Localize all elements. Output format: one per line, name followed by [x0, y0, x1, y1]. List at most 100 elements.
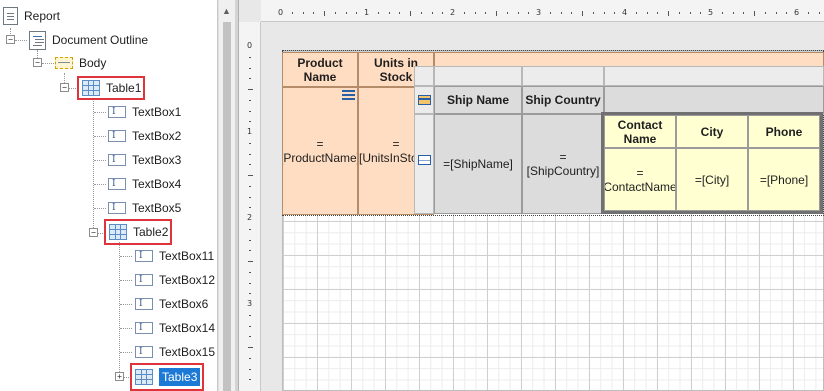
- table3-header-cell[interactable]: Contact Name: [604, 115, 676, 148]
- textbox-icon: I: [135, 250, 153, 262]
- report-explorer-tree[interactable]: Report − Document Outline − Body − Table…: [0, 0, 218, 391]
- tree-node-textbox[interactable]: I TextBox3: [108, 149, 181, 171]
- textbox-icon: I: [108, 106, 126, 118]
- ruler-tick: [247, 261, 253, 262]
- ruler-tick: [560, 12, 562, 14]
- ruler-tick: [388, 12, 390, 14]
- tree-node-table2[interactable]: Table2: [104, 219, 172, 245]
- tree-node-textbox[interactable]: I TextBox15: [135, 341, 215, 363]
- tree-connector: [42, 63, 54, 64]
- collapse-toggle-icon[interactable]: −: [33, 58, 42, 67]
- tree-connector: [94, 160, 106, 161]
- tree-connector: [120, 256, 132, 257]
- table-icon: [135, 369, 153, 385]
- table3-detail-cell[interactable]: =[Phone]: [748, 148, 820, 211]
- collapse-toggle-icon[interactable]: −: [60, 83, 69, 92]
- tree-node-textbox[interactable]: I TextBox4: [108, 173, 181, 195]
- ruler-tick: [700, 12, 702, 14]
- tree-label-report: Report: [24, 9, 61, 23]
- ruler-number: 6: [794, 8, 800, 17]
- textbox-icon: I: [108, 178, 126, 190]
- textbox-icon: I: [135, 274, 153, 286]
- table2-column-handle[interactable]: [522, 66, 604, 86]
- table2-column-handle[interactable]: [604, 66, 824, 86]
- ruler-number: 0: [247, 41, 253, 50]
- ruler-tick: [743, 12, 745, 14]
- tree-label-textbox: TextBox2: [132, 129, 182, 143]
- table2-corner-handle[interactable]: [414, 66, 434, 86]
- tree-connector: [15, 40, 27, 41]
- ruler-tick: [807, 12, 809, 14]
- table1-detail-cell[interactable]: =[ProductName]: [282, 87, 358, 215]
- table1-header-cell[interactable]: Product Name: [282, 52, 358, 87]
- ruler-tick: [377, 12, 379, 14]
- ruler-tick: [249, 368, 251, 370]
- ruler-tick: [247, 89, 253, 90]
- ruler-tick: [249, 228, 251, 230]
- ruler-tick: [249, 142, 251, 144]
- tree-connector: [93, 98, 94, 232]
- ruler-tick: [249, 99, 251, 101]
- expand-toggle-icon[interactable]: +: [115, 372, 124, 381]
- table3-detail-cell[interactable]: =[City]: [676, 148, 748, 211]
- table2-detail-cell[interactable]: =[ShipName]: [434, 114, 522, 214]
- horizontal-ruler: 0 1 2 3 4 5 6: [261, 0, 824, 22]
- report-designer-surface[interactable]: 0123456 0123 Product Name Units in Stock…: [239, 0, 824, 391]
- tree-node-textbox[interactable]: I TextBox6: [135, 293, 208, 315]
- vertical-ruler: 0 1 2 3: [239, 22, 261, 391]
- table2-header-cell[interactable]: [604, 86, 824, 114]
- collapse-toggle-icon[interactable]: −: [6, 35, 15, 44]
- ruler-tick: [517, 12, 519, 14]
- tree-label-document-outline: Document Outline: [52, 33, 149, 47]
- tree-node-textbox[interactable]: I TextBox12: [135, 269, 215, 291]
- tree-node-table1[interactable]: Table1: [77, 76, 145, 100]
- table2-row-handle[interactable]: [414, 86, 434, 114]
- table3-detail-cell[interactable]: =[ContactName]: [604, 148, 676, 211]
- table2-header-cell[interactable]: Ship Name: [434, 86, 522, 114]
- table-menu-icon[interactable]: [342, 90, 355, 101]
- ruler-tick: [442, 12, 444, 14]
- tree-connector: [120, 280, 132, 281]
- ruler-tick: [657, 12, 659, 14]
- table3-header-cell[interactable]: City: [676, 115, 748, 148]
- tree-node-document-outline[interactable]: Document Outline: [29, 29, 148, 51]
- tree-label-textbox: TextBox3: [132, 153, 182, 167]
- table2-column-handle[interactable]: [434, 66, 522, 86]
- ruler-tick: [249, 282, 251, 284]
- table2-row-handle[interactable]: [414, 114, 434, 214]
- ruler-tick: [549, 12, 551, 14]
- ruler-tick: [249, 78, 251, 80]
- report-icon: [3, 7, 18, 25]
- ruler-tick: [249, 207, 251, 209]
- collapse-toggle-icon[interactable]: −: [89, 228, 98, 237]
- tree-node-textbox[interactable]: I TextBox2: [108, 125, 181, 147]
- tree-connector: [94, 208, 106, 209]
- tree-node-body[interactable]: Body: [55, 52, 106, 74]
- ruler-tick: [463, 12, 465, 14]
- textbox-icon: I: [108, 154, 126, 166]
- ruler-tick: [431, 12, 433, 14]
- tree-node-report[interactable]: Report: [3, 5, 60, 27]
- table3-header-cell[interactable]: Phone: [748, 115, 820, 148]
- ruler-tick: [474, 12, 476, 14]
- tree-node-textbox[interactable]: I TextBox5: [108, 197, 181, 219]
- tree-node-textbox[interactable]: I TextBox1: [108, 101, 181, 123]
- ruler-number: 3: [536, 8, 542, 17]
- scroll-up-icon[interactable]: ▲: [222, 6, 231, 16]
- ruler-tick: [247, 347, 253, 348]
- ruler-tick: [249, 110, 251, 112]
- tree-label-textbox: TextBox15: [159, 345, 216, 359]
- tree-node-table3[interactable]: Table3: [130, 363, 204, 391]
- table2-detail-cell[interactable]: =[ShipCountry]: [522, 114, 604, 214]
- tree-node-textbox[interactable]: I TextBox14: [135, 317, 215, 339]
- ruler-tick: [249, 153, 251, 155]
- tree-scrollbar[interactable]: ▲: [218, 0, 235, 391]
- ruler-tick: [302, 12, 304, 14]
- scrollbar-thumb[interactable]: [223, 22, 231, 391]
- ruler-tick: [496, 10, 497, 16]
- ruler-tick: [249, 239, 251, 241]
- table2-header-cell[interactable]: Ship Country: [522, 86, 604, 114]
- ruler-tick: [678, 12, 680, 14]
- ruler-tick: [249, 56, 251, 58]
- tree-node-textbox[interactable]: I TextBox11: [135, 245, 214, 267]
